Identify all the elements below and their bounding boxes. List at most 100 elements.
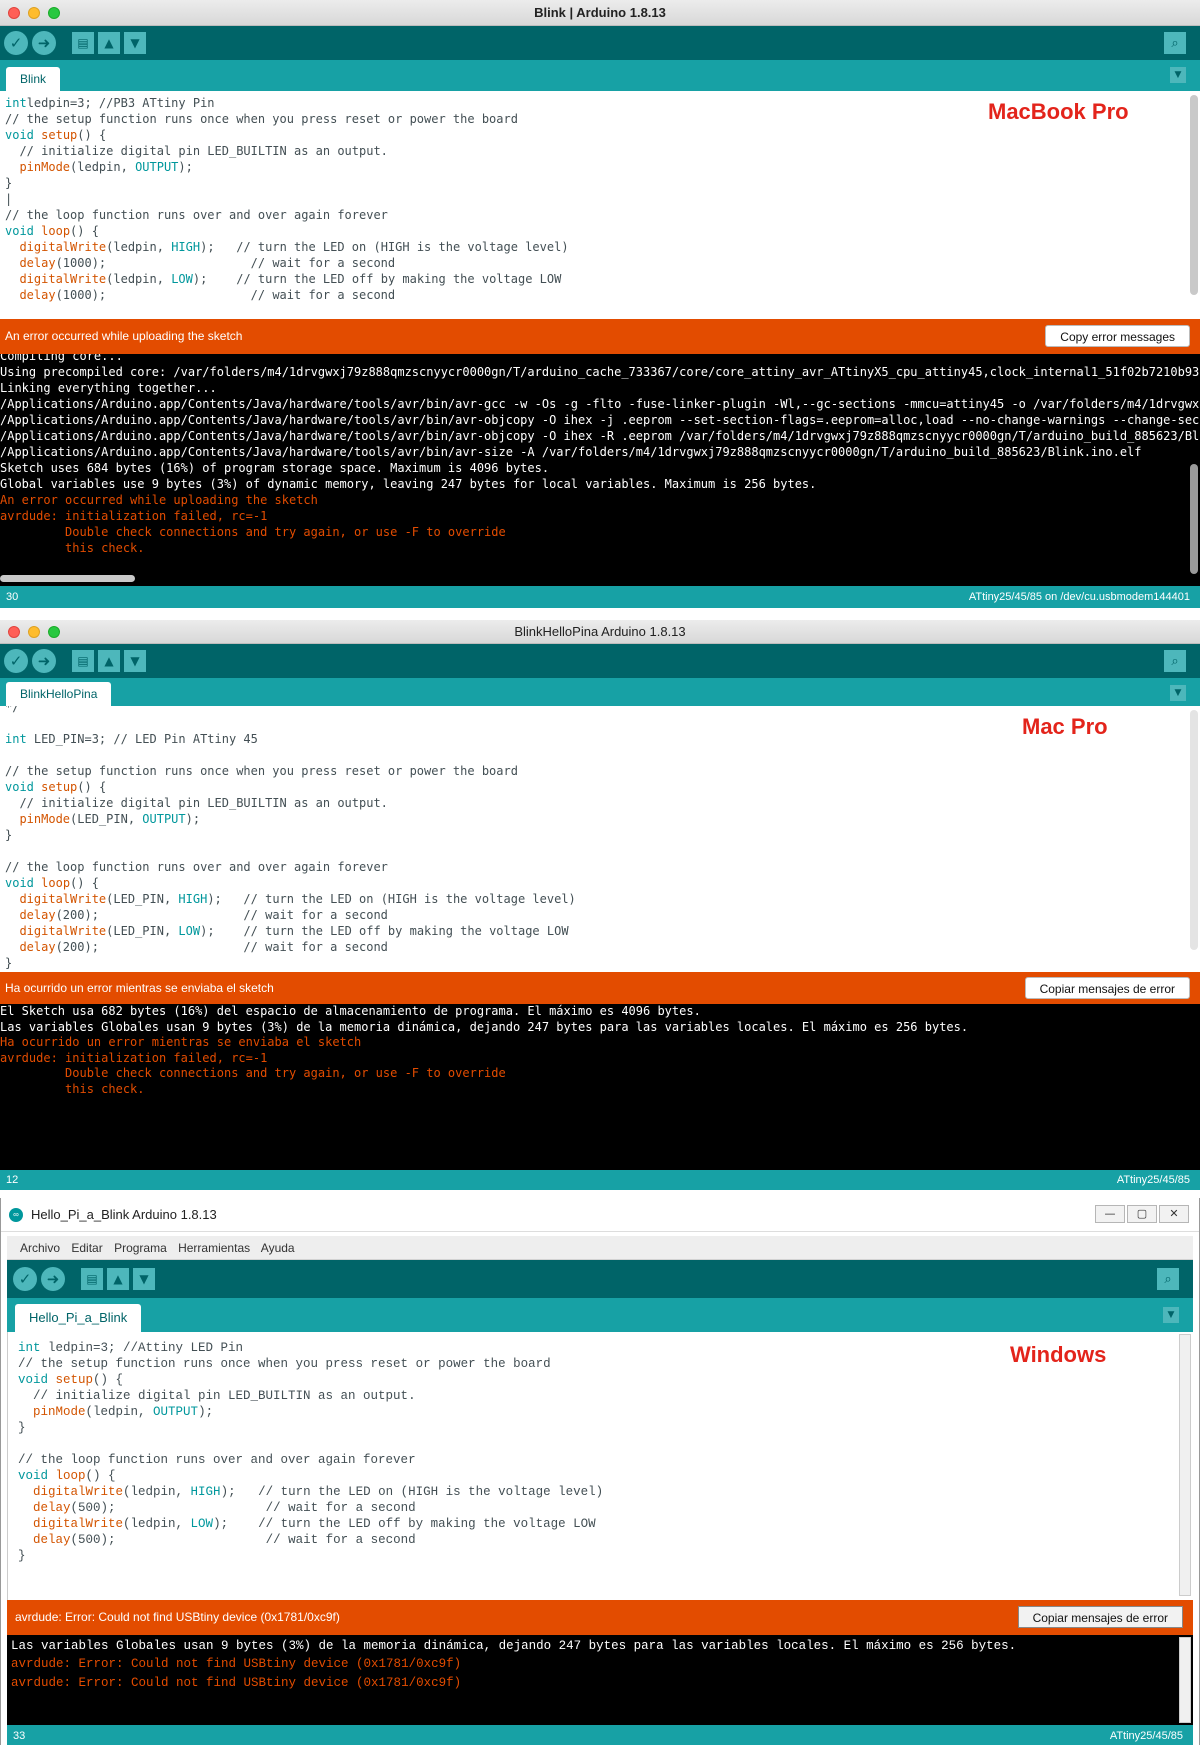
copy-error-button[interactable]: Copy error messages [1045,325,1190,347]
line-number: 12 [6,1174,19,1186]
tab-blinkhellopina[interactable]: BlinkHelloPina [6,682,112,706]
close-icon[interactable]: ✕ [1159,1205,1189,1223]
console-line: /Applications/Arduino.app/Contents/Java/… [0,413,1200,427]
code-token: } [5,956,13,970]
code-token: () { [70,224,99,238]
serial-monitor-icon[interactable]: ⌕ [1164,650,1186,672]
verify-icon[interactable]: ✓ [13,1267,37,1291]
code-editor[interactable]: intledpin=3; //PB3 ATtiny Pin// the setu… [0,91,1200,319]
code-token: // the setup function runs once when you… [5,112,518,126]
code-token: digitalWrite [33,1517,124,1531]
code-token: setup [41,780,78,794]
code-token: loop [41,224,71,238]
code-line: void loop() { [5,876,576,892]
minimize-icon[interactable]: — [1095,1205,1125,1223]
code-editor[interactable]: int ledpin=3; //Attiny LED Pin // the set… [7,1332,1193,1600]
tab-blink[interactable]: Blink [6,67,61,91]
window-label: Windows [1010,1342,1107,1367]
serial-monitor-icon[interactable]: ⌕ [1157,1268,1179,1290]
code-token: | [5,192,13,206]
zoom-icon[interactable] [48,626,60,638]
code-token: // the setup function runs once when you… [5,764,518,778]
code-line: delay(200); // wait for a second [5,908,576,924]
open-icon[interactable]: ▲ [107,1268,129,1290]
new-icon[interactable]: ▤ [81,1268,103,1290]
menu-ayuda[interactable]: Ayuda [261,1241,295,1255]
vertical-scrollbar[interactable] [1190,95,1198,295]
open-icon[interactable]: ▲ [98,32,120,54]
minimize-icon[interactable] [28,7,40,19]
tab-menu-icon[interactable]: ▼ [1170,67,1186,83]
code-token: setup [41,128,78,142]
copy-error-button[interactable]: Copiar mensajes de error [1017,1606,1183,1628]
console-scrollbar[interactable] [1179,1637,1191,1723]
code-editor[interactable]: */ int LED_PIN=3; // LED Pin ATtiny 45 // … [0,706,1200,972]
save-icon[interactable]: ▼ [124,650,146,672]
zoom-icon[interactable] [48,7,60,19]
save-icon[interactable]: ▼ [124,32,146,54]
code-token: void [18,1469,49,1483]
code-line: void loop() { [18,1467,603,1483]
code-token: (LED_PIN, [106,924,179,938]
code-line: } [18,1547,603,1563]
error-bar: avrdude: Error: Could not find USBtiny d… [7,1600,1193,1635]
vertical-scrollbar[interactable] [1190,710,1198,950]
console-output: Compiling core... Using precompiled core:… [0,354,1200,556]
new-icon[interactable]: ▤ [72,650,94,672]
upload-icon[interactable]: ➜ [32,31,56,55]
menu-programa[interactable]: Programa [114,1241,167,1255]
status-bar: 30 ATtiny25/45/85 on /dev/cu.usbmodem144… [0,586,1200,608]
title-bar: Blink | Arduino 1.8.13 [0,0,1200,26]
horizontal-scrollbar[interactable] [0,575,135,582]
window-label: MacBook Pro [988,99,1129,124]
code-token: loop [55,1469,86,1483]
code-token: ); // turn the LED on (HIGH is the volta… [200,240,569,254]
code-token: ); // turn the LED off by making the vol… [213,1517,596,1531]
serial-monitor-icon[interactable]: ⌕ [1164,32,1186,54]
verify-icon[interactable]: ✓ [4,649,28,673]
code-token: digitalWrite [19,272,107,286]
open-icon[interactable]: ▲ [98,650,120,672]
console-scrollbar[interactable] [1190,464,1198,574]
upload-icon[interactable]: ➜ [41,1267,65,1291]
tab-hello-pi-a-blink[interactable]: Hello_Pi_a_Blink [15,1304,142,1332]
code-line: int ledpin=3; //Attiny LED Pin [18,1339,603,1355]
code-token: LOW [171,272,193,286]
code-token: delay [19,908,56,922]
code-token: } [5,176,13,190]
code-line: */ [5,706,576,716]
close-icon[interactable] [8,7,20,19]
code-token: ); [185,812,201,826]
save-icon[interactable]: ▼ [133,1268,155,1290]
code-line: pinMode(ledpin, OUTPUT); [5,159,569,175]
menu-herramientas[interactable]: Herramientas [178,1241,250,1255]
new-icon[interactable]: ▤ [72,32,94,54]
minimize-icon[interactable] [28,626,40,638]
arduino-icon: ∞ [9,1208,23,1222]
code-line: digitalWrite(ledpin, LOW); // turn the L… [18,1515,603,1531]
code-area[interactable]: intledpin=3; //PB3 ATtiny Pin// the setu… [5,95,569,303]
board-info: ATtiny25/45/85 [1109,1730,1183,1742]
verify-icon[interactable]: ✓ [4,31,28,55]
close-icon[interactable] [8,626,20,638]
upload-icon[interactable]: ➜ [32,649,56,673]
menu-archivo[interactable]: Archivo [20,1241,60,1255]
code-token: // the loop function runs over and over … [5,208,388,222]
window-controls: — ▢ ✕ [1095,1205,1189,1223]
console-line: El Sketch usa 682 bytes (16%) del espaci… [0,1004,701,1018]
code-area[interactable]: int ledpin=3; //Attiny LED Pin // the set… [18,1339,603,1563]
code-area[interactable]: */ int LED_PIN=3; // LED Pin ATtiny 45 // … [5,706,576,972]
copy-error-button[interactable]: Copiar mensajes de error [1024,977,1190,999]
tab-menu-icon[interactable]: ▼ [1170,685,1186,701]
maximize-icon[interactable]: ▢ [1127,1205,1157,1223]
code-token: void [5,128,34,142]
vertical-scrollbar[interactable] [1179,1334,1191,1596]
menu-editar[interactable]: Editar [71,1241,102,1255]
code-token: (1000); // wait for a second [55,288,396,302]
console-line: An error occurred while uploading the sk… [0,493,318,507]
window-mac-pro: BlinkHelloPina Arduino 1.8.13 ✓ ➜ ▤ ▲ ▼ … [0,620,1200,1198]
tab-menu-icon[interactable]: ▼ [1163,1307,1179,1323]
